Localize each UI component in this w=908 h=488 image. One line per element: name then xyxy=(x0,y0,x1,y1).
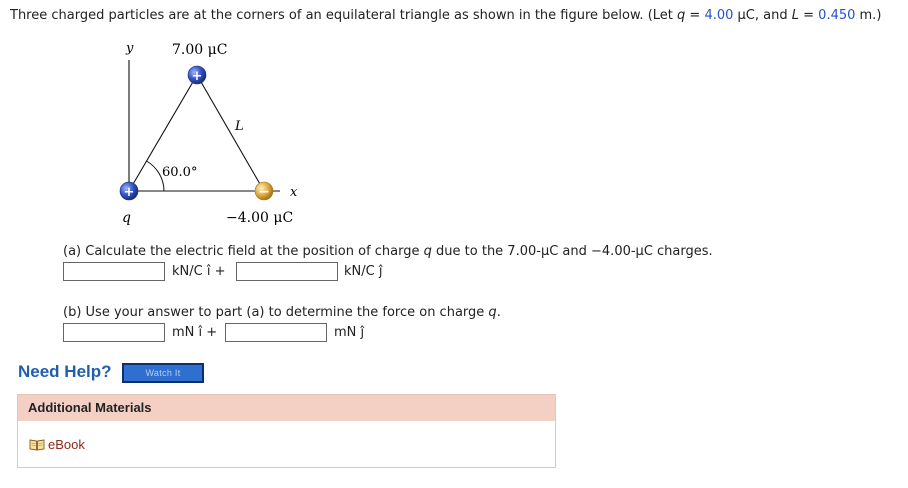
additional-materials-header: Additional Materials xyxy=(18,395,555,421)
part-b-text: . xyxy=(496,305,501,320)
part-b-i-input[interactable] xyxy=(63,323,165,342)
side-length-label: L xyxy=(234,119,244,134)
part-b-i-unit: mN î + xyxy=(172,325,218,340)
part-b-text: (b) Use your answer to part (a) to deter… xyxy=(63,305,489,320)
y-axis-label: y xyxy=(125,41,134,56)
top-positive-charge: + xyxy=(187,65,207,85)
minus-icon: − xyxy=(258,184,270,200)
watch-it-button[interactable]: Watch It xyxy=(122,363,204,383)
part-b-j-unit: mN ĵ xyxy=(334,325,365,340)
ebook-label: eBook xyxy=(48,437,85,452)
right-negative-charge: − xyxy=(254,181,274,201)
part-b-question: (b) Use your answer to part (a) to deter… xyxy=(63,305,501,320)
q-symbol: q xyxy=(488,305,497,320)
triangle-right-side xyxy=(196,74,265,192)
book-icon xyxy=(29,439,45,451)
left-positive-charge: + xyxy=(119,181,139,201)
right-charge-label: −4.00 μC xyxy=(226,210,293,226)
plus-icon: + xyxy=(124,185,135,200)
part-b-j-input[interactable] xyxy=(225,323,327,342)
left-charge-label: q xyxy=(122,210,131,226)
q-symbol: q xyxy=(423,244,432,259)
part-a-question: (a) Calculate the electric field at the … xyxy=(63,244,713,259)
x-axis-label: x xyxy=(290,185,298,200)
additional-materials-panel: Additional Materials eBook xyxy=(17,394,556,468)
part-a-text: (a) Calculate the electric field at the … xyxy=(63,244,424,259)
part-a-j-input[interactable] xyxy=(236,262,338,281)
angle-label: 60.0° xyxy=(162,165,197,180)
need-help-label: Need Help? xyxy=(18,362,112,381)
part-a-j-unit: kN/C ĵ xyxy=(344,264,383,279)
top-charge-label: 7.00 μC xyxy=(172,42,227,58)
plus-icon: + xyxy=(192,69,203,84)
part-a-i-input[interactable] xyxy=(63,262,165,281)
ebook-link[interactable]: eBook xyxy=(29,437,85,452)
triangle-figure: y x 7.00 μC −4.00 μC q L 60.0° + + − xyxy=(119,41,298,226)
part-a-i-unit: kN/C î + xyxy=(172,264,226,279)
part-a-text: due to the 7.00-μC and −4.00-μC charges. xyxy=(431,244,713,259)
